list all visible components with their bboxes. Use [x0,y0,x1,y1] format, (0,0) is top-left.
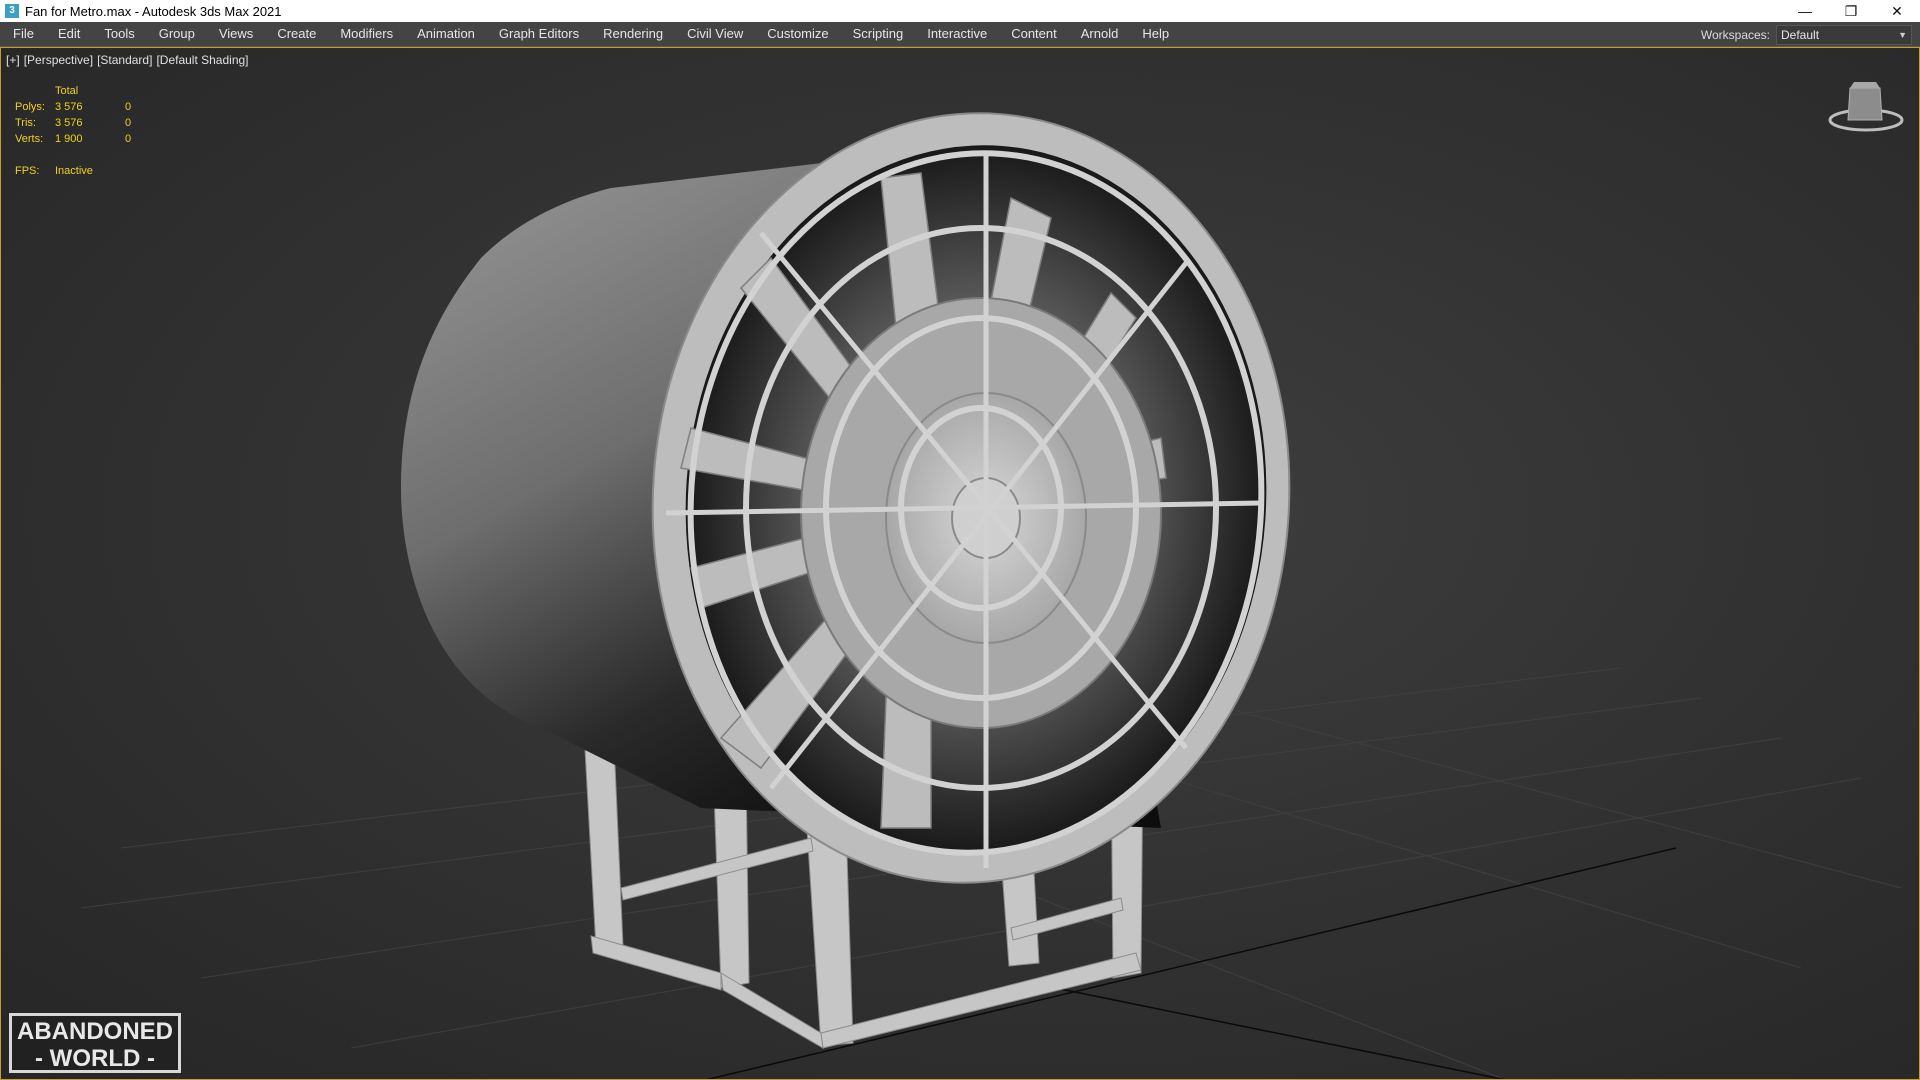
watermark-line1: ABANDONED [17,1018,173,1045]
menu-tools[interactable]: Tools [92,22,146,46]
menu-group[interactable]: Group [147,22,207,46]
stats-row: Polys: 3 576 0 [15,99,155,115]
statistics-overlay: Total Polys: 3 576 0 Tris: 3 576 0 Verts… [15,83,155,179]
menu-create[interactable]: Create [265,22,328,46]
stats-label: Polys: [15,101,45,113]
stats-row: Verts: 1 900 0 [15,131,155,147]
menu-scripting[interactable]: Scripting [841,22,916,46]
restore-icon[interactable]: ❐ [1828,0,1874,22]
stats-header: Total [55,85,79,97]
viewport-label[interactable]: [+] [Perspective] [Standard] [Default Shadi… [6,53,253,67]
stats-label: Verts: [15,133,44,145]
stats-row: Tris: 3 576 0 [15,115,155,131]
window-title: Fan for Metro.max - Autodesk 3ds Max 202… [25,3,282,19]
menu-file[interactable]: File [0,22,46,46]
close-icon[interactable]: ✕ [1874,0,1920,22]
menu-arnold[interactable]: Arnold [1069,22,1131,46]
menu-modifiers[interactable]: Modifiers [328,22,405,46]
grid-axis-y [1030,982,1505,1079]
perspective-viewport[interactable]: [+] [Perspective] [Standard] [Default Shadi… [0,47,1920,1080]
workspace-selector: Workspaces: Default ▼ [1701,25,1912,45]
watermark-line2: - WORLD - [35,1045,155,1072]
menu-interactive[interactable]: Interactive [915,22,999,46]
stats-selected: 0 [125,101,132,113]
menu-rendering[interactable]: Rendering [591,22,675,46]
menu-help[interactable]: Help [1130,22,1181,46]
menu-customize[interactable]: Customize [755,22,840,46]
menu-graph-editors[interactable]: Graph Editors [487,22,591,46]
stats-total: 3 576 [55,117,83,129]
title-bar: 3 Fan for Metro.max - Autodesk 3ds Max 2… [0,0,1920,22]
watermark-logo: ABANDONED - WORLD - [9,1013,181,1073]
app-icon: 3 [5,4,19,18]
chevron-down-icon: ▼ [1898,30,1907,40]
menu-civil-view[interactable]: Civil View [675,22,755,46]
menu-bar: File Edit Tools Group Views Create Modif… [0,22,1920,47]
menu-views[interactable]: Views [207,22,265,46]
viewport-view-label[interactable]: [Perspective] [24,53,93,67]
menu-edit[interactable]: Edit [46,22,92,46]
stats-total: 3 576 [55,101,83,113]
stats-selected: 0 [125,133,132,145]
fps-value: Inactive [55,165,93,177]
viewcube [1828,82,1904,132]
workspace-label: Workspaces: [1700,28,1770,42]
viewport-menu-plus[interactable]: [+] [6,53,20,67]
menu-animation[interactable]: Animation [405,22,487,46]
menu-content[interactable]: Content [999,22,1069,46]
viewport-shading-label[interactable]: [Default Shading] [156,53,248,67]
fps-label: FPS: [15,165,40,177]
viewport-style-label[interactable]: [Standard] [97,53,152,67]
stats-selected: 0 [125,117,132,129]
workspace-dropdown[interactable]: Default ▼ [1776,25,1912,45]
stats-label: Tris: [15,117,36,129]
workspace-value: Default [1781,28,1820,42]
stats-total: 1 900 [55,133,83,145]
minimize-icon[interactable]: — [1782,0,1828,22]
scene-canvas[interactable] [1,48,1920,1080]
